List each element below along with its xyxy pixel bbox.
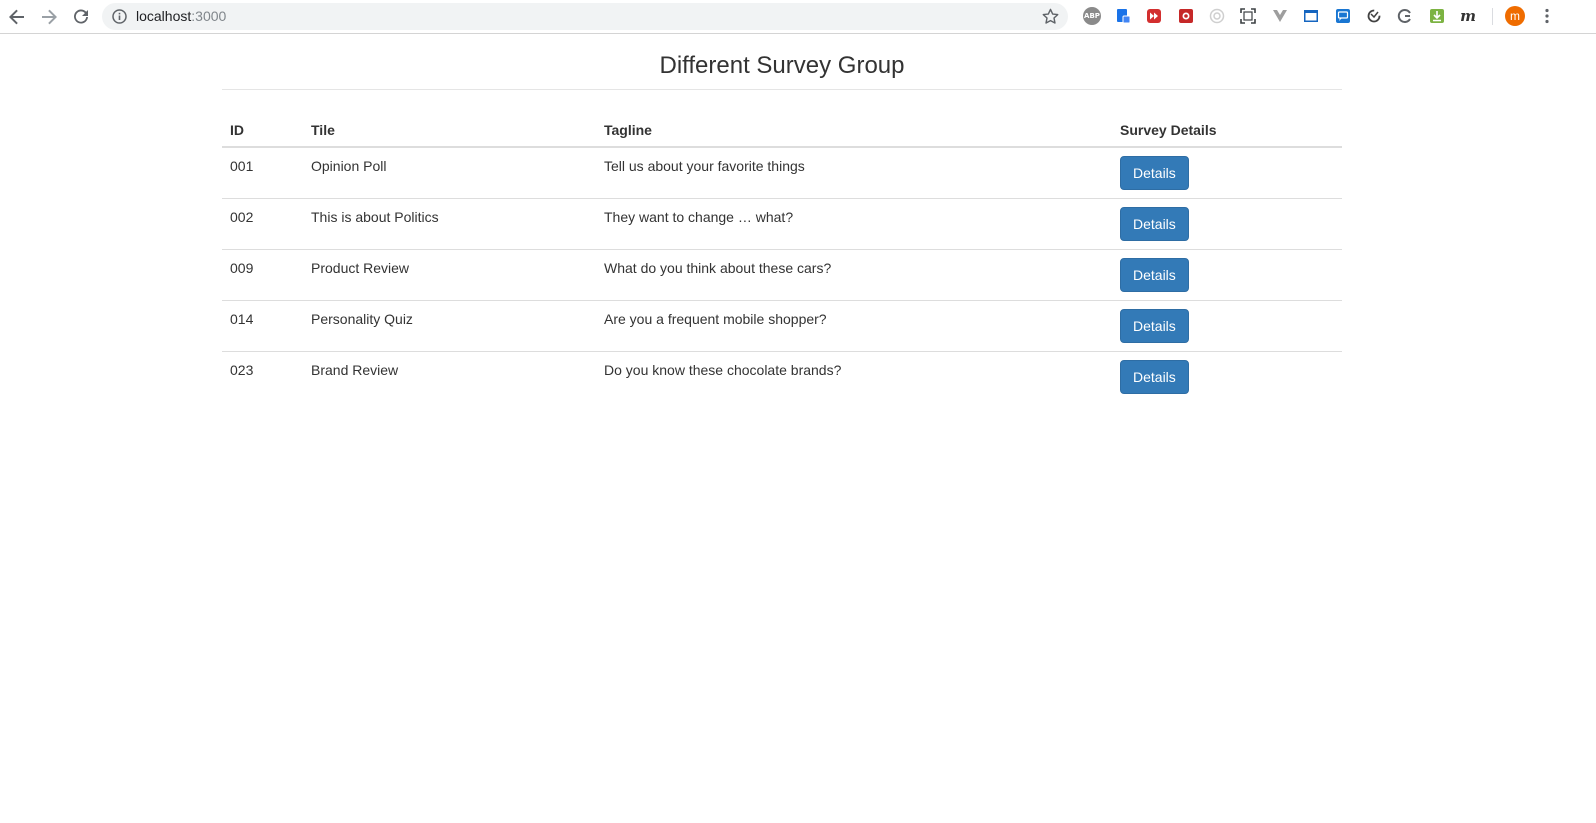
cell-tagline: Do you know these chocolate brands? bbox=[596, 351, 1112, 402]
red-extension-icon[interactable] bbox=[1177, 7, 1195, 25]
table-row: 009 Product Review What do you think abo… bbox=[222, 249, 1342, 301]
cell-title: Personality Quiz bbox=[303, 300, 596, 352]
fast-forward-extension-icon[interactable] bbox=[1145, 7, 1163, 25]
cell-tagline: Are you a frequent mobile shopper? bbox=[596, 300, 1112, 352]
details-button[interactable]: Details bbox=[1120, 309, 1189, 343]
m-extension-label: m bbox=[1460, 7, 1476, 25]
table-row: 014 Personality Quiz Are you a frequent … bbox=[222, 300, 1342, 352]
cell-id: 023 bbox=[222, 351, 303, 402]
header-id: ID bbox=[222, 110, 303, 148]
header-tagline: Tagline bbox=[596, 110, 1112, 148]
adblock-label: ABP bbox=[1084, 12, 1100, 20]
page-container: Different Survey Group ID Tile Tagline S… bbox=[222, 34, 1342, 402]
header-title: Tile bbox=[303, 110, 596, 148]
cell-title: Opinion Poll bbox=[311, 158, 387, 174]
kebab-menu-icon[interactable] bbox=[1539, 7, 1555, 25]
cell-tagline: They want to change … what? bbox=[596, 198, 1112, 250]
cell-id: 001 bbox=[230, 158, 254, 174]
screenshot-frame-icon[interactable] bbox=[1239, 7, 1257, 25]
details-button[interactable]: Details bbox=[1120, 207, 1189, 241]
browser-toolbar: localhost:3000 ABP m m bbox=[0, 0, 1596, 34]
adblock-plus-icon[interactable]: ABP bbox=[1083, 7, 1101, 25]
url-host: localhost bbox=[136, 8, 192, 24]
survey-table: ID Tile Tagline Survey Details 001 Opini… bbox=[222, 110, 1342, 402]
table-header-row: ID Tile Tagline Survey Details bbox=[222, 110, 1342, 148]
window-extension-icon[interactable] bbox=[1302, 7, 1320, 25]
avatar-letter: m bbox=[1510, 9, 1520, 23]
cell-title: This is about Politics bbox=[303, 198, 596, 250]
details-button[interactable]: Details bbox=[1120, 156, 1189, 190]
details-button[interactable]: Details bbox=[1120, 360, 1189, 394]
page-title: Different Survey Group bbox=[222, 34, 1342, 90]
cell-action: Details bbox=[1112, 249, 1342, 301]
header-survey-details: Survey Details bbox=[1112, 110, 1342, 148]
cell-action: Details bbox=[1112, 351, 1342, 402]
cell-action: Details bbox=[1112, 198, 1342, 250]
reload-icon[interactable] bbox=[69, 5, 93, 29]
profile-avatar[interactable]: m bbox=[1505, 6, 1525, 26]
details-button[interactable]: Details bbox=[1120, 258, 1189, 292]
cell-id: 009 bbox=[222, 249, 303, 301]
back-arrow-icon[interactable] bbox=[5, 5, 29, 29]
forward-arrow-icon[interactable] bbox=[37, 5, 61, 29]
cell-title: Brand Review bbox=[303, 351, 596, 402]
circle-extension-icon[interactable] bbox=[1208, 7, 1226, 25]
sync-extension-icon[interactable] bbox=[1365, 7, 1383, 25]
chat-extension-icon[interactable] bbox=[1334, 7, 1352, 25]
grammarly-icon[interactable] bbox=[1396, 7, 1414, 25]
url-text[interactable]: localhost:3000 bbox=[136, 8, 226, 25]
docs-extension-icon[interactable] bbox=[1114, 7, 1132, 25]
toolbar-separator bbox=[1492, 8, 1493, 25]
cell-tagline: Tell us about your favorite things bbox=[604, 158, 805, 174]
cell-id: 002 bbox=[222, 198, 303, 250]
download-extension-icon[interactable] bbox=[1428, 7, 1446, 25]
table-row: 023 Brand Review Do you know these choco… bbox=[222, 351, 1342, 402]
table-row: 001 Opinion Poll Tell us about your favo… bbox=[222, 147, 1342, 199]
cell-title: Product Review bbox=[303, 249, 596, 301]
cell-id: 014 bbox=[222, 300, 303, 352]
info-icon[interactable] bbox=[111, 8, 128, 25]
table-row: 002 This is about Politics They want to … bbox=[222, 198, 1342, 250]
url-port: :3000 bbox=[191, 8, 227, 24]
vue-devtools-icon[interactable] bbox=[1271, 7, 1289, 25]
address-bar[interactable]: localhost:3000 bbox=[102, 3, 1068, 30]
cell-action: Details bbox=[1112, 147, 1342, 199]
m-extension-icon[interactable]: m bbox=[1459, 7, 1477, 25]
cell-action: Details bbox=[1112, 300, 1342, 352]
bookmark-star-icon[interactable] bbox=[1041, 7, 1060, 26]
cell-tagline: What do you think about these cars? bbox=[596, 249, 1112, 301]
